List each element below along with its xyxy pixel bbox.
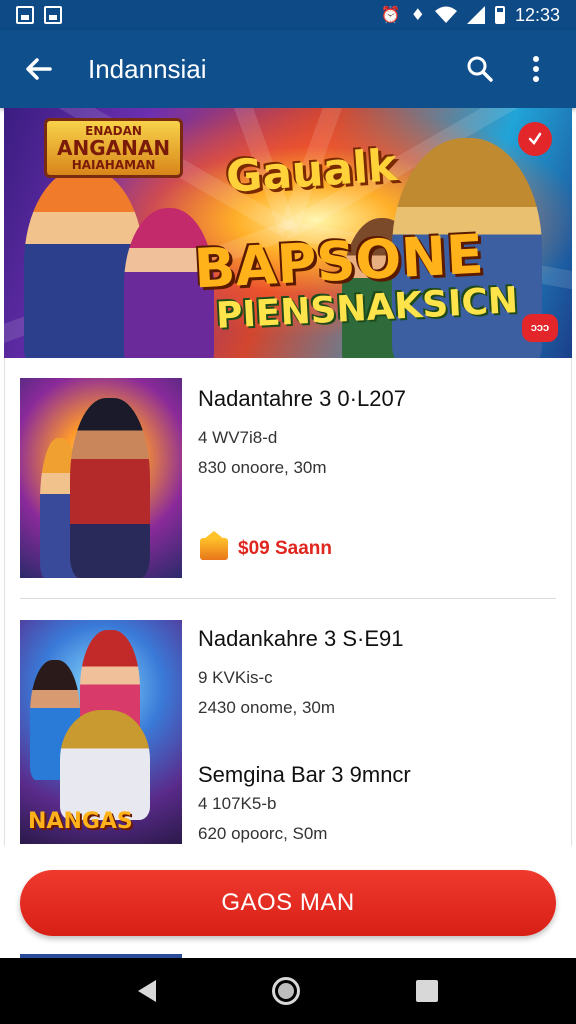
item-title: Nadantahre 3 0·L207 [198, 386, 406, 411]
game-thumbnail[interactable] [20, 378, 182, 578]
status-bar: ⏰ ♦ 12:33 [0, 0, 576, 30]
square-recents-icon [416, 980, 438, 1002]
back-arrow-icon [26, 58, 52, 80]
item-meta: 620 opoorc, S0m [198, 824, 328, 843]
system-nav-bar [0, 958, 576, 1024]
more-vert-icon [533, 56, 539, 82]
nav-home-button[interactable] [272, 977, 300, 1005]
item-title: Semgina Bar 3 9mncr [198, 762, 411, 787]
gallery-icon [44, 6, 62, 24]
app-bar: Indannsiai [0, 30, 576, 108]
close-icon [528, 132, 542, 145]
primary-action-label: GAOS MAN [221, 889, 355, 916]
page-title: Indannsiai [88, 53, 207, 84]
app-screen: ⏰ ♦ 12:33 Indannsiai ENADAN ANGANAN HAIA… [0, 0, 576, 1024]
item-title: Nadankahre 3 S·E91 [198, 626, 404, 651]
banner-close-button[interactable] [518, 122, 552, 156]
promo-banner[interactable]: ENADAN ANGANAN HAIAHAMAN Gaualk BAPSONE … [4, 108, 572, 358]
search-icon [467, 56, 493, 82]
banner-logo: ENADAN ANGANAN HAIAHAMAN [44, 118, 184, 179]
price-label: $09 Saann [238, 538, 332, 559]
item-meta: 830 onoore, 30m [198, 458, 327, 477]
banner-title-top: Gaualk [224, 140, 399, 203]
banner-tag-badge[interactable]: ᴐᴐᴐ [522, 314, 558, 342]
crown-icon [200, 531, 228, 560]
battery-icon [494, 6, 505, 24]
nav-back-button[interactable] [138, 980, 156, 1002]
more-options-button[interactable] [514, 47, 558, 91]
list-item[interactable]: Nadantahre 3 0·L207 4 WV7i8-d 830 onoore… [20, 378, 556, 578]
status-time: 12:33 [514, 4, 560, 25]
item-subtitle: 4 107K5-b [198, 794, 277, 813]
nav-recents-button[interactable] [416, 980, 438, 1002]
primary-action-button[interactable]: GAOS MAN [20, 870, 556, 936]
item-meta: 2430 onome, 30m [198, 698, 336, 717]
item-subtitle: 4 WV7i8-d [198, 428, 278, 447]
back-button[interactable] [18, 49, 58, 89]
triangle-back-icon [138, 980, 156, 1002]
wifi-icon [434, 6, 457, 23]
signal-icon [466, 6, 485, 24]
divider [20, 598, 556, 599]
search-button[interactable] [458, 47, 502, 91]
image-icon [16, 6, 34, 24]
item-subtitle: 9 KVKis-c [198, 668, 273, 687]
item-price[interactable]: $09 Saann [200, 531, 332, 560]
bottom-action-bar: GAOS MAN [0, 846, 576, 958]
circle-home-icon [272, 977, 300, 1005]
data-saver-icon: ♦ [410, 5, 425, 24]
alarm-icon: ⏰ [380, 5, 401, 24]
